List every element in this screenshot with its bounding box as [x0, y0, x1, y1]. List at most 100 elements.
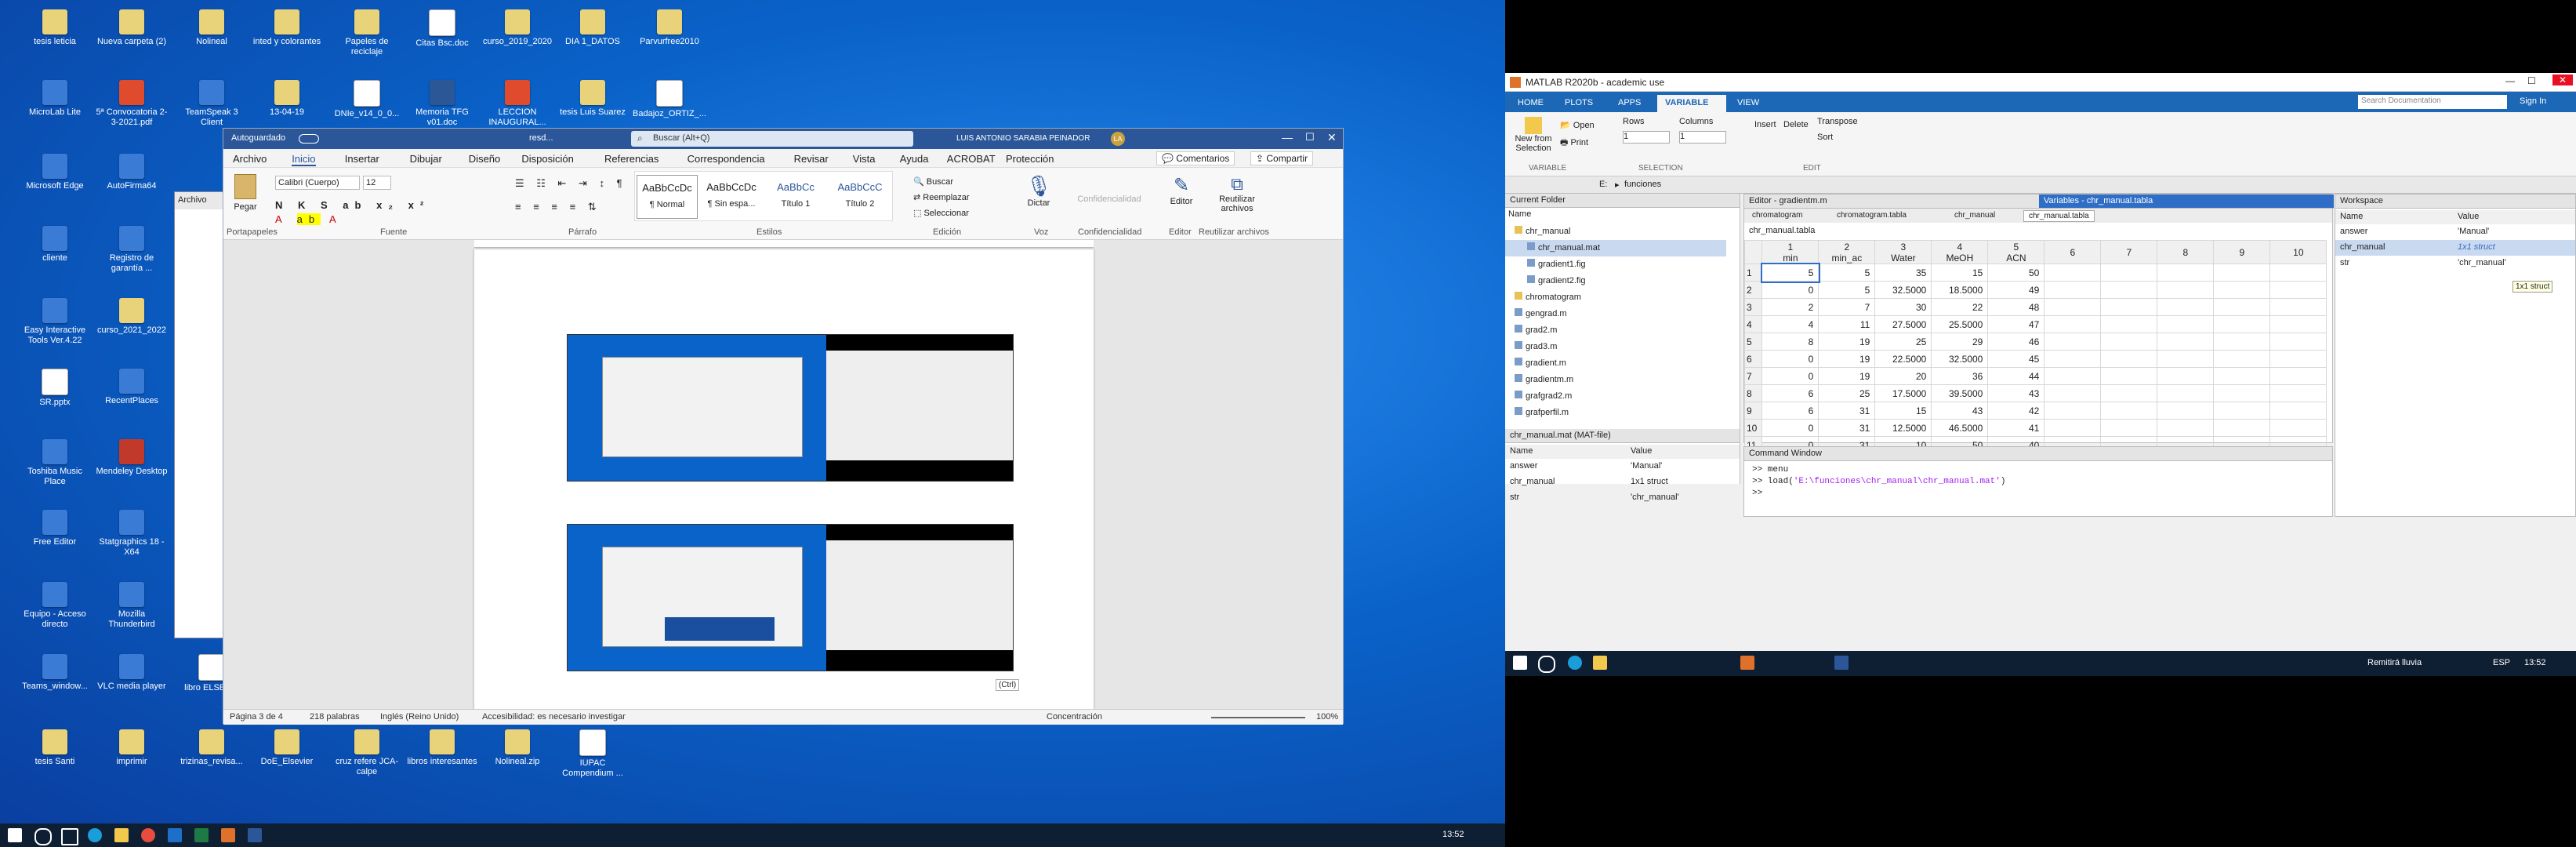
file-item[interactable]: grafgrad2.m: [1505, 388, 1726, 405]
sort-button[interactable]: Sort: [1817, 133, 1833, 142]
table-cell[interactable]: [2269, 419, 2327, 437]
tab-home[interactable]: HOME: [1510, 95, 1554, 112]
desktop-icon[interactable]: 13-04-19: [249, 80, 325, 118]
row-number[interactable]: 6: [1743, 350, 1763, 368]
insert-button[interactable]: Insert: [1754, 120, 1776, 129]
table-cell[interactable]: 15: [1874, 402, 1932, 420]
table-cell[interactable]: [2213, 367, 2271, 385]
paste-options-tag[interactable]: (Ctrl): [996, 679, 1020, 691]
table-cell[interactable]: 36: [1931, 367, 1989, 385]
zoom-slider[interactable]: [1211, 717, 1305, 718]
chrome-icon[interactable]: [141, 828, 155, 842]
document-canvas[interactable]: (Ctrl): [223, 240, 1343, 712]
table-cell[interactable]: 29: [1931, 333, 1989, 351]
desktop-icon[interactable]: tesis Luis Suarez: [555, 80, 630, 118]
desktop-icon[interactable]: Toshiba Music Place: [17, 439, 93, 487]
desktop-icon[interactable]: Memoria TFG v01.doc: [405, 80, 480, 128]
menu-revisar[interactable]: Revisar: [794, 153, 829, 165]
desktop-icon[interactable]: TeamSpeak 3 Client: [174, 80, 249, 128]
table-cell[interactable]: [2269, 315, 2327, 333]
desktop-icon[interactable]: curso_2019_2020: [480, 9, 555, 47]
table-cell[interactable]: 19: [1818, 367, 1876, 385]
table-cell[interactable]: [2157, 367, 2215, 385]
table-cell[interactable]: 45: [1987, 350, 2045, 368]
transpose-button[interactable]: Transpose: [1817, 117, 1858, 126]
document-page[interactable]: (Ctrl): [474, 249, 1094, 712]
row-number[interactable]: 5: [1743, 333, 1763, 351]
weather-status[interactable]: Remitirá lluvia: [2367, 658, 2422, 667]
style-option[interactable]: AaBbCcC Título 2: [829, 175, 891, 219]
variable-tab[interactable]: chr_manual: [1950, 210, 2000, 220]
column-header[interactable]: 8: [2157, 240, 2215, 264]
table-cell[interactable]: [2213, 333, 2271, 351]
file-item[interactable]: gradient.m: [1505, 355, 1726, 372]
file-item[interactable]: chr_manual.mat: [1505, 240, 1726, 256]
workspace-row[interactable]: answer 'Manual': [2335, 224, 2575, 240]
language-status[interactable]: Inglés (Reino Unido): [380, 712, 459, 722]
ws-value-header[interactable]: Value: [2458, 212, 2479, 221]
table-cell[interactable]: 32.5000: [1931, 350, 1989, 368]
table-cell[interactable]: 22: [1931, 298, 1989, 316]
menu-acrobat[interactable]: ACROBAT: [947, 153, 996, 165]
desktop-icon[interactable]: MicroLab Lite: [17, 80, 93, 118]
desktop-icon[interactable]: 5ª Convocatoria 2-3-2021.pdf: [94, 80, 169, 128]
row-number[interactable]: 7: [1743, 367, 1763, 385]
table-cell[interactable]: 25: [1874, 333, 1932, 351]
variables-title[interactable]: Variables - chr_manual.tabla: [2039, 194, 2334, 209]
table-cell[interactable]: [2100, 402, 2158, 420]
variable-tab[interactable]: chromatogram: [1747, 210, 1807, 220]
desktop-icon[interactable]: Statgraphics 18 - X64: [94, 510, 169, 558]
table-cell[interactable]: 30: [1874, 298, 1932, 316]
table-cell[interactable]: 4: [1761, 315, 1820, 333]
desktop-icon[interactable]: trizinas_revisa...: [174, 729, 249, 767]
workspace-row[interactable]: str 'chr_manual': [2335, 256, 2575, 271]
menu-referencias[interactable]: Referencias: [604, 153, 659, 165]
outlook-icon[interactable]: [168, 828, 182, 842]
print-button[interactable]: 🖶 Print: [1560, 136, 1588, 151]
table-cell[interactable]: [2157, 264, 2215, 282]
table-cell[interactable]: [2269, 264, 2327, 282]
explorer-icon[interactable]: [1593, 656, 1607, 670]
desktop-icon[interactable]: VLC media player: [94, 654, 169, 692]
table-cell[interactable]: [2213, 402, 2271, 420]
minimize-icon[interactable]: —: [1282, 131, 1293, 144]
language-indicator[interactable]: ESP: [2493, 658, 2510, 667]
menu-archivo[interactable]: Archivo: [233, 153, 267, 165]
desktop-icon[interactable]: tesis leticia: [17, 9, 93, 47]
style-option[interactable]: AaBbCcDc ¶ Sin espa...: [701, 175, 762, 219]
table-cell[interactable]: 0: [1761, 281, 1820, 299]
table-cell[interactable]: [2213, 350, 2271, 368]
row-number[interactable]: 4: [1743, 315, 1763, 333]
styles-gallery[interactable]: AaBbCcDc ¶ Normal AaBbCcDc ¶ Sin espa... AaB…: [634, 171, 893, 221]
open-button[interactable]: 📂 Open: [1560, 120, 1595, 130]
editor-title[interactable]: Editor - gradientm.m: [1744, 194, 2039, 209]
page-indicator[interactable]: Página 3 de 4: [230, 712, 283, 722]
new-from-selection-button[interactable]: New from Selection: [1510, 117, 1557, 153]
maximize-icon[interactable]: ☐: [2527, 75, 2536, 86]
paste-button[interactable]: Pegar: [230, 173, 261, 221]
table-cell[interactable]: [2100, 298, 2158, 316]
desktop-icon[interactable]: Citas Bsc.doc: [405, 9, 480, 49]
table-cell[interactable]: 0: [1761, 350, 1820, 368]
desktop-icon[interactable]: DIA 1_DATOS: [555, 9, 630, 47]
desktop-icon[interactable]: inted y colorantes: [249, 9, 325, 47]
column-header[interactable]: 3 Water: [1874, 240, 1932, 264]
clock[interactable]: 13:52: [2524, 658, 2546, 667]
matlab-icon[interactable]: [221, 828, 235, 842]
find-button[interactable]: 🔍 Buscar: [913, 174, 970, 190]
row-number[interactable]: 1: [1743, 264, 1763, 282]
table-cell[interactable]: 6: [1761, 384, 1820, 402]
desktop-icon[interactable]: DoE_Elsevier: [249, 729, 325, 767]
task-view-icon[interactable]: [61, 828, 78, 845]
table-cell[interactable]: [2157, 281, 2215, 299]
editor-button[interactable]: ✎ Editor: [1164, 174, 1199, 206]
search-box[interactable]: ⌕ Buscar (Alt+Q): [631, 131, 913, 147]
file-item[interactable]: grad3.m: [1505, 339, 1726, 355]
table-cell[interactable]: 0: [1761, 419, 1820, 437]
table-cell[interactable]: 25: [1818, 384, 1876, 402]
desktop-icon[interactable]: SR.pptx: [17, 369, 93, 408]
table-cell[interactable]: 32.5000: [1874, 281, 1932, 299]
table-cell[interactable]: [2100, 281, 2158, 299]
file-item[interactable]: gradientm.m: [1505, 372, 1726, 388]
column-header[interactable]: 10: [2269, 240, 2327, 264]
